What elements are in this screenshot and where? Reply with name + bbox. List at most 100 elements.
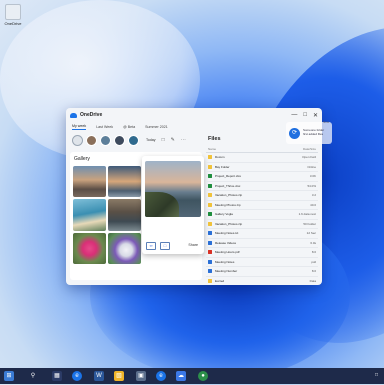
- file-size: 6.0s: [310, 240, 316, 245]
- sync-icon: ⟳: [289, 127, 300, 139]
- gallery-photo[interactable]: [73, 166, 106, 197]
- file-row[interactable]: Meeting Number 8.0: [206, 267, 318, 277]
- file-row[interactable]: Meeting Notes poll: [206, 258, 318, 267]
- gallery-photo[interactable]: [108, 233, 141, 264]
- column-name[interactable]: Name: [208, 147, 216, 151]
- file-row[interactable]: Meeting Photos.zip 40.0: [206, 201, 318, 210]
- file-type-icon: [208, 174, 212, 179]
- gallery-photo[interactable]: [108, 199, 141, 231]
- file-row[interactable]: Bay Folder Online: [206, 163, 318, 172]
- photo-viewer: ∞ □ Share: [142, 156, 204, 254]
- file-type-icon: [208, 250, 212, 255]
- notification-line-2: first added files: [303, 132, 324, 136]
- window-title: OneDrive: [80, 112, 103, 118]
- add-person-avatar[interactable]: [72, 134, 83, 146]
- file-name: Project_Report.xlsx: [215, 174, 242, 179]
- browser-icon[interactable]: e: [156, 371, 166, 381]
- minimize-button[interactable]: —: [291, 112, 297, 119]
- column-size[interactable]: Date/Size: [303, 147, 316, 151]
- file-name: Vacation_Photos.zip: [215, 193, 243, 198]
- app-icon[interactable]: ●: [198, 371, 208, 381]
- share-button[interactable]: Share: [188, 243, 198, 247]
- calendar-icon[interactable]: □: [162, 137, 165, 143]
- file-type-icon: [208, 221, 212, 226]
- search-icon[interactable]: ⚲: [28, 371, 38, 381]
- avatar[interactable]: [128, 134, 139, 146]
- file-row[interactable]: Gallery Vogla 1.6 data next: [206, 210, 318, 220]
- file-explorer-icon[interactable]: ▧: [114, 371, 124, 381]
- file-name: Meeting Photos.zip: [215, 202, 241, 207]
- file-size: 12 Sec: [306, 231, 316, 236]
- file-type-icon: [208, 212, 212, 217]
- maximize-button[interactable]: □: [303, 112, 307, 119]
- notification-time: Now: [322, 120, 329, 124]
- file-size: 40.0: [310, 202, 316, 207]
- tab-summer[interactable]: Summer 2021: [145, 125, 168, 129]
- file-row[interactable]: Excted Data: [206, 277, 318, 286]
- gallery-photo[interactable]: [73, 199, 106, 231]
- avatar[interactable]: [86, 134, 97, 146]
- photos-icon[interactable]: ▣: [136, 371, 146, 381]
- folder-icon: [5, 4, 21, 20]
- tab-beta[interactable]: @ Beta: [123, 125, 135, 129]
- edge-icon[interactable]: e: [72, 371, 82, 381]
- file-name: Meeting Hours.pdf: [215, 250, 240, 255]
- file-size: Online: [307, 164, 316, 169]
- file-size: 54.0%: [307, 183, 316, 188]
- file-row[interactable]: Docum Open Fwd: [206, 153, 318, 163]
- file-row[interactable]: Project_Report.xlsx 3.0K: [206, 172, 318, 182]
- file-name: Vacation_Photos.zip: [215, 221, 243, 226]
- file-size: 3.2: [311, 193, 316, 198]
- file-size: Open Fwd: [302, 155, 316, 160]
- file-size: 8.0: [311, 269, 316, 274]
- file-row[interactable]: Project_Thrive.xlsx 54.0%: [206, 182, 318, 191]
- file-size: 8.0: [311, 250, 316, 255]
- notification-center-icon[interactable]: □: [375, 372, 378, 378]
- task-view-icon[interactable]: ▦: [52, 371, 62, 381]
- desktop-icon-label: OneDrive: [4, 21, 22, 26]
- notification-toast[interactable]: Now ⟳ Someone folder first added files: [286, 120, 332, 144]
- file-type-icon: [208, 278, 212, 283]
- avatar[interactable]: [114, 134, 125, 146]
- file-row[interactable]: Meeting Hours.pdf 8.0: [206, 248, 318, 258]
- file-row[interactable]: Vacation_Photos.zip 50 Folder: [206, 220, 318, 229]
- tab-my-week[interactable]: My week: [72, 124, 87, 130]
- file-size: 1.6 data next: [298, 212, 316, 217]
- desktop-icon-onedrive[interactable]: OneDrive: [4, 4, 22, 26]
- copy-icon[interactable]: □: [160, 242, 170, 250]
- gallery-pane: Gallery ⚲ ⚙ ∞ □ Share: [70, 152, 204, 280]
- word-icon[interactable]: W: [94, 371, 104, 381]
- file-row[interactable]: Vacation_Photos.zip 3.2: [206, 191, 318, 201]
- file-size: 3.0K: [309, 174, 316, 179]
- tab-last-week[interactable]: Last Week: [96, 125, 113, 129]
- file-name: Meeting Number: [215, 269, 238, 274]
- more-icon[interactable]: ⋯: [181, 137, 186, 143]
- file-row[interactable]: Meeting Notes.txt 12 Sec: [206, 229, 318, 239]
- edit-icon[interactable]: ✎: [171, 137, 175, 143]
- avatar[interactable]: [100, 134, 111, 146]
- gallery-photo[interactable]: [73, 233, 106, 264]
- file-name: Gallery Vogla: [215, 212, 233, 217]
- onedrive-window: OneDrive — □ ✕ My week Last Week @ Beta …: [66, 108, 322, 285]
- taskbar: ⊞ ⚲ ▦ e W ▧ ▣ e ☁ ● □: [0, 368, 384, 384]
- today-label[interactable]: Today: [146, 138, 156, 142]
- viewer-photo[interactable]: [145, 161, 201, 217]
- file-type-icon: [208, 240, 212, 245]
- file-type-icon: [208, 231, 212, 236]
- file-row[interactable]: Release Videos 6.0s: [206, 239, 318, 248]
- close-button[interactable]: ✕: [313, 112, 318, 119]
- files-column-header: Name Date/Size: [206, 146, 318, 153]
- title-bar: OneDrive — □ ✕: [66, 108, 322, 122]
- onedrive-taskbar-icon[interactable]: ☁: [176, 371, 186, 381]
- file-list: Docum Open Fwd Bay Folder Online Project_Rep…: [206, 153, 318, 285]
- file-name: Bay Folder: [215, 164, 230, 169]
- file-size: poll: [311, 259, 316, 264]
- link-icon[interactable]: ∞: [146, 242, 156, 250]
- gallery-photo[interactable]: [108, 166, 141, 197]
- file-size: 50 Folder: [303, 221, 316, 226]
- file-name: Meeting Notes: [215, 259, 235, 264]
- onedrive-cloud-icon: [70, 112, 77, 118]
- gallery-title: Gallery: [74, 156, 90, 162]
- windows-start-icon[interactable]: ⊞: [4, 371, 14, 381]
- file-type-icon: [208, 155, 212, 160]
